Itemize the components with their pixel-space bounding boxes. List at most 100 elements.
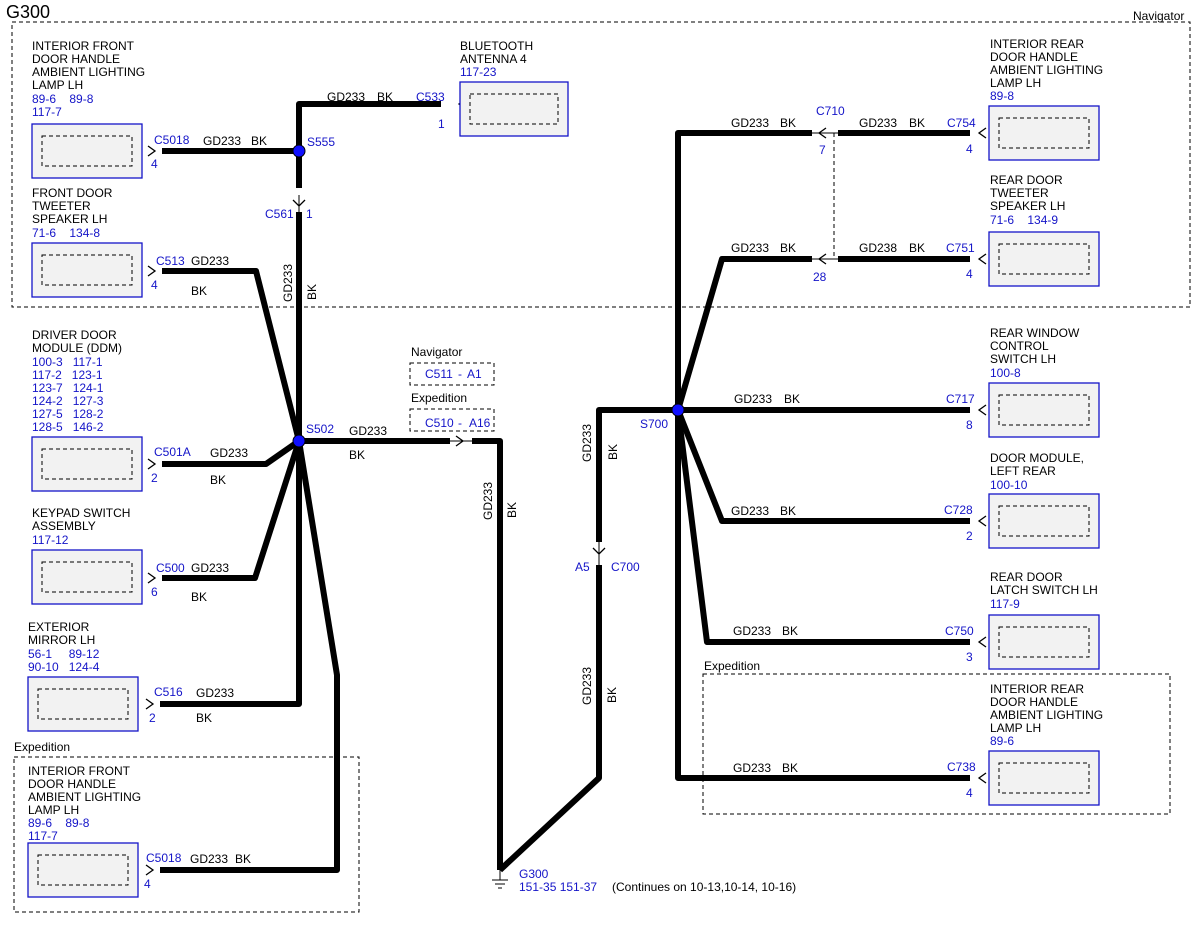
irdh-line1: INTERIOR REAR [990, 37, 1084, 51]
dmlr-line1: DOOR MODULE, [990, 451, 1084, 465]
mirror-line2: MIRROR LH [28, 633, 95, 647]
component-rear-window: REAR WINDOW CONTROL SWITCH LH 100-8 C717… [946, 326, 1100, 438]
wire-label-color: BK [780, 504, 796, 518]
arrow-c751 [977, 253, 987, 265]
rtweeter-line3: SPEAKER LH [990, 199, 1065, 213]
arrow-c754 [977, 127, 987, 139]
irdh-line4: LAMP LH [990, 76, 1041, 90]
rtweeter-connector: C751 [946, 241, 975, 255]
component-keypad: KEYPAD SWITCH ASSEMBLY 117-12 C500 6 [31, 506, 185, 605]
wire-label-circuit: GD233 [327, 90, 365, 104]
wire-label-color: BK [196, 711, 212, 725]
ground-symbol-icon [492, 870, 508, 889]
nav-variant-label: Navigator [411, 345, 462, 359]
wire-label-circuit: GD233 [191, 254, 229, 268]
arrow-c513 [147, 265, 157, 277]
dmlr-ref1: 100-10 [990, 478, 1028, 492]
wire-label-circuit: GD233 [210, 446, 248, 460]
navigator-region-label: Navigator [1133, 9, 1184, 23]
keypad-line2: ASSEMBLY [32, 519, 96, 533]
wire-s700-c738 [675, 410, 970, 781]
wire-label-color: BK [784, 392, 800, 406]
arrow-c500 [147, 572, 157, 584]
wire-label-circuit: GD233 [580, 424, 594, 462]
ifdh-exp-pin: 4 [144, 877, 151, 891]
arrow-c750 [977, 636, 987, 648]
c561-pin: 1 [306, 207, 313, 221]
rlatch-connector: C750 [945, 624, 974, 638]
ground-name: G300 [519, 867, 549, 881]
rtweeter-ref1: 71-6 134-9 [990, 213, 1058, 227]
nav-dash: - [458, 367, 462, 381]
rlatch-pin: 3 [966, 650, 973, 664]
bt-line1: BLUETOOTH [460, 39, 533, 53]
tweeter-line2: TWEETER [32, 199, 91, 213]
c710-pin2: 28 [813, 270, 827, 284]
dmlr-pin: 2 [966, 529, 973, 543]
ddm-ref5: 127-5 128-2 [32, 407, 104, 421]
ground-refs: 151-35 151-37 [519, 880, 597, 894]
wire-label-color: BK [210, 473, 226, 487]
ifdh-exp-line1: INTERIOR FRONT [28, 764, 131, 778]
exp-connector: C510 [425, 416, 454, 430]
component-bt-antenna: BLUETOOTH ANTENNA 4 117-23 C533 1 [416, 39, 569, 137]
bt-pin: 1 [438, 117, 445, 131]
expedition-region-left-label: Expedition [14, 740, 70, 754]
irdh-line2: DOOR HANDLE [990, 50, 1078, 64]
bt-line2: ANTENNA 4 [460, 52, 527, 66]
ddm-ref4: 124-2 127-3 [32, 394, 104, 408]
wire-label-color: BK [909, 116, 925, 130]
ifdh-line4: LAMP LH [32, 78, 83, 92]
wire-label-circuit: GD233 [734, 392, 772, 406]
arrow-c738 [977, 772, 987, 784]
wire-label-circuit: GD233 [190, 852, 228, 866]
arrow-c717 [977, 404, 987, 416]
irdh-exp-line2: DOOR HANDLE [990, 695, 1078, 709]
wire-s700-c710 [675, 130, 812, 410]
ifdh-line2: DOOR HANDLE [32, 52, 120, 66]
irdh-exp-line4: LAMP LH [990, 721, 1041, 735]
keypad-box [31, 549, 143, 605]
ddm-connector: C501A [154, 445, 191, 459]
ground-note: (Continues on 10-13,10-14, 10-16) [612, 880, 796, 894]
splice-s700-label: S700 [640, 417, 668, 431]
tweeter-ref1: 71-6 134-8 [32, 226, 100, 240]
wire-label-circuit: GD233 [191, 561, 229, 575]
tweeter-connector: C513 [156, 254, 185, 268]
mirror-ref1: 56-1 89-12 [28, 647, 100, 661]
ddm-line1: DRIVER DOOR [32, 328, 117, 342]
wire-label-color: BK [782, 624, 798, 638]
wire-s700-c750 [675, 409, 970, 645]
bt-connector: C533 [416, 90, 445, 104]
wire-s700-c728 [675, 408, 970, 524]
rwin-line2: CONTROL [990, 339, 1049, 353]
component-rear-tweeter: REAR DOOR TWEETER SPEAKER LH 71-6 134-9 … [946, 173, 1100, 287]
wire-label-circuit: GD233 [203, 134, 241, 148]
irdh-ref1: 89-8 [990, 89, 1014, 103]
arrow-c728 [977, 515, 987, 527]
exp-dash: - [458, 416, 462, 430]
wire-label-color: BK [235, 852, 251, 866]
tweeter-box [31, 242, 143, 298]
mirror-ref2: 90-10 124-4 [28, 660, 100, 674]
dmlr-connector: C728 [944, 503, 973, 517]
component-irdh-lh-exp: INTERIOR REAR DOOR HANDLE AMBIENT LIGHTI… [947, 682, 1103, 806]
wire-label-color: BK [251, 134, 267, 148]
wire-label-color: BK [191, 590, 207, 604]
rwin-box [988, 382, 1100, 438]
wire-label-color: BK [606, 444, 620, 460]
irdh-box [988, 105, 1100, 161]
ifdh-exp-ref2: 117-7 [28, 829, 58, 843]
ddm-line2: MODULE (DDM) [32, 341, 122, 355]
dmlr-box [988, 493, 1100, 549]
dmlr-line2: LEFT REAR [990, 464, 1056, 478]
splice-s555 [292, 144, 306, 158]
wire-label-circuit: GD233 [733, 761, 771, 775]
nav-pin: A1 [467, 367, 482, 381]
arrow-c501a [147, 458, 157, 470]
tweeter-pin: 4 [151, 278, 158, 292]
wire-label-color: BK [605, 687, 619, 703]
ddm-ref2: 117-2 123-1 [32, 368, 103, 382]
tweeter-line3: SPEAKER LH [32, 212, 107, 226]
tweeter-line1: FRONT DOOR [32, 186, 113, 200]
